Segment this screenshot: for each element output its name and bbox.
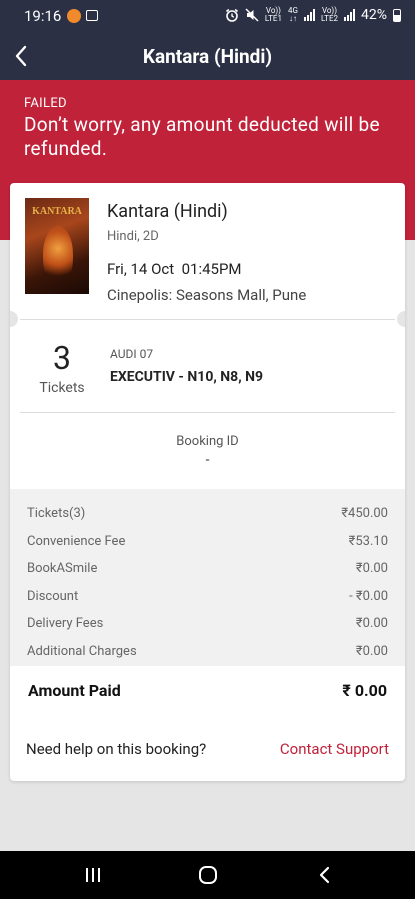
signal-icon [303,9,315,21]
battery-percent: 42% [361,7,387,23]
fee-row: BookASmile ₹0.00 [27,561,388,576]
ticket-notch-left [10,311,18,327]
network-2: Vo)) LTE2 [321,7,338,23]
status-right-group: Vo)) LTE1 4G ↓↑ Vo)) LTE2 42% [225,7,401,23]
fee-row: Tickets(3) ₹450.00 [27,506,388,521]
fee-value: ₹0.00 [355,644,388,659]
ticket-notch-right [397,311,405,327]
network-4g: 4G ↓↑ [288,7,298,23]
battery-icon [393,8,401,22]
amount-paid-label: Amount Paid [28,681,121,700]
fee-row: Additional Charges ₹0.00 [27,644,388,659]
status-label: FAILED [24,96,67,111]
back-icon[interactable] [313,863,337,887]
notification-dot-icon [67,9,81,23]
fee-label: Additional Charges [27,644,137,659]
system-nav-bar [0,851,415,899]
poster-art [43,226,73,282]
divider [20,412,395,413]
app-bar: Kantara (Hindi) [0,32,415,80]
contact-support-link[interactable]: Contact Support [280,740,389,758]
fee-breakdown: Tickets(3) ₹450.00 Convenience Fee ₹53.1… [10,489,405,666]
gallery-icon [86,10,98,21]
help-row: Need help on this booking? Contact Suppo… [26,740,389,758]
ticket-label: Tickets [39,380,85,396]
audi-label: AUDI 07 [110,347,154,361]
mute-icon [245,8,259,22]
fee-row: Delivery Fees ₹0.00 [27,616,388,631]
fee-value: ₹450.00 [341,506,388,521]
recents-icon[interactable] [81,863,105,887]
home-icon[interactable] [196,863,220,887]
alarm-icon [225,8,238,22]
poster-title: KANTARA [32,206,82,217]
page-title: Kantara (Hindi) [142,45,273,68]
fee-label: Delivery Fees [27,616,104,631]
movie-language-format: Hindi, 2D [107,229,159,244]
network-2-bottom: LTE2 [320,14,338,23]
movie-title: Kantara (Hindi) [107,201,228,222]
fee-label: Convenience Fee [27,534,126,549]
booking-card: KANTARA Kantara (Hindi) Hindi, 2D Fri, 1… [10,183,405,781]
network-1: Vo)) LTE1 [265,7,282,23]
booking-id-value: - [205,452,210,468]
fee-label: Discount [27,589,79,604]
amount-paid-value: ₹ 0.00 [342,681,387,700]
fee-row: Discount - ₹0.00 [27,589,388,604]
help-text: Need help on this booking? [26,740,207,758]
movie-poster: KANTARA [25,198,89,294]
fee-value: ₹0.00 [355,616,388,631]
fee-label: BookASmile [27,561,98,576]
refund-message: Don’t worry, any amount deducted will be… [24,113,380,160]
booking-id-label: Booking ID [176,434,239,449]
fee-value: ₹53.10 [348,534,388,549]
fee-row: Convenience Fee ₹53.10 [27,534,388,549]
venue: Cinepolis: Seasons Mall, Pune [107,286,307,304]
network-1-bottom: LTE1 [264,14,282,23]
ticket-count: 3 [53,339,71,377]
fee-value: ₹0.00 [355,561,388,576]
amount-paid-row: Amount Paid ₹ 0.00 [28,681,387,700]
signal-icon [344,9,355,21]
fee-value: - ₹0.00 [349,589,388,604]
fee-label: Tickets(3) [27,506,86,521]
seat-numbers: EXECUTIV - N10, N8, N9 [110,369,264,385]
status-bar: 19:16 Vo)) LTE1 4G ↓↑ Vo)) LTE2 42% [0,0,415,32]
show-datetime: Fri, 14 Oct 01:45PM [107,260,242,278]
divider [20,319,395,320]
status-time: 19:16 [24,7,62,25]
network-4g-bottom: ↓↑ [288,14,297,23]
